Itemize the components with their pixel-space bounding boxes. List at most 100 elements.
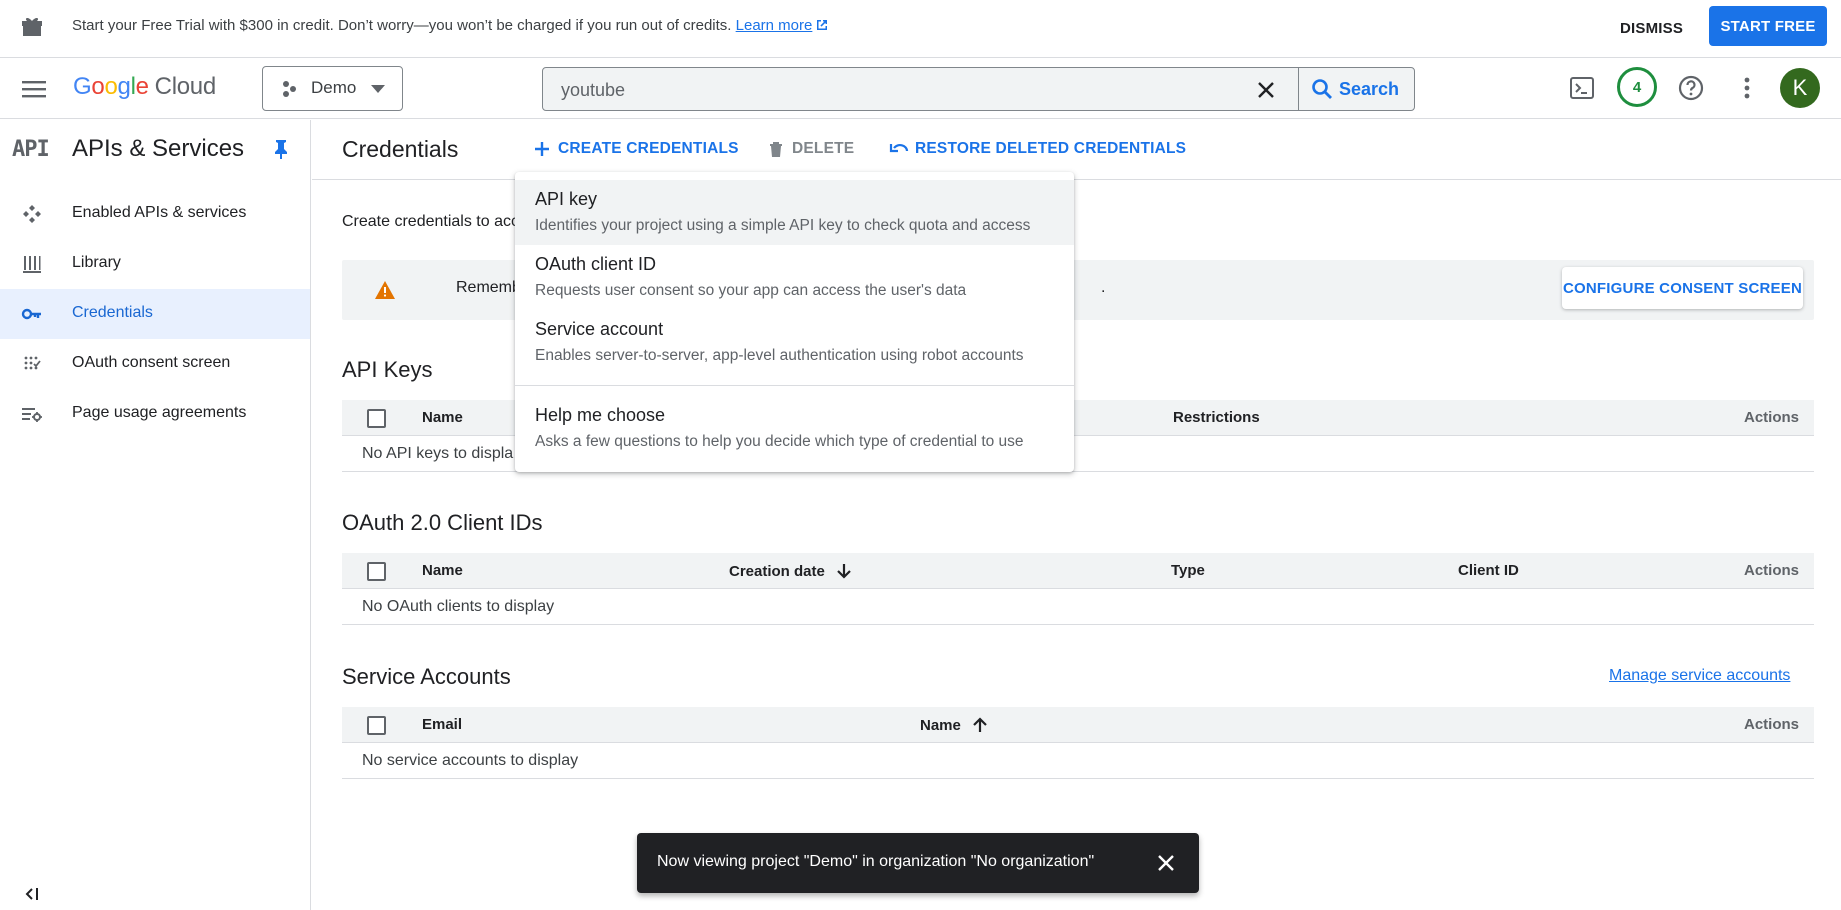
- column-name[interactable]: Name: [422, 562, 463, 579]
- intro-text: Create credentials to acc: [342, 213, 519, 230]
- project-name: Demo: [311, 78, 357, 97]
- trash-icon: [770, 142, 782, 157]
- menu-item-description: Requests user consent so your app can ac…: [535, 282, 967, 299]
- table-header: Name Creation date Type Client ID Action…: [342, 553, 1814, 589]
- top-bar: GoogleCloud Demo Search 4 K: [0, 59, 1841, 119]
- column-email[interactable]: Email: [422, 716, 462, 733]
- column-name-label: Name: [920, 716, 961, 734]
- table-header: Email Name Actions: [342, 707, 1814, 743]
- create-credentials-button[interactable]: CREATE CREDENTIALS: [532, 139, 739, 159]
- start-free-button[interactable]: START FREE: [1709, 6, 1827, 46]
- menu-item-description: Identifies your project using a simple A…: [535, 217, 1031, 234]
- undo-icon: [889, 144, 909, 153]
- external-link-icon: [817, 20, 828, 30]
- page-title: Credentials: [342, 136, 459, 162]
- menu-item-help-me-choose[interactable]: Help me choose Asks a few questions to h…: [515, 396, 1074, 461]
- column-creation-date-label: Creation date: [729, 562, 825, 580]
- empty-message: No OAuth clients to display: [362, 598, 555, 615]
- menu-item-description: Enables server-to-server, app-level auth…: [535, 347, 1024, 364]
- pin-icon[interactable]: [272, 139, 290, 159]
- snackbar-text: Now viewing project "Demo" in organizati…: [657, 853, 1095, 870]
- help-icon[interactable]: [1677, 74, 1705, 102]
- more-vert-icon[interactable]: [1733, 74, 1761, 102]
- restore-credentials-button[interactable]: RESTORE DELETED CREDENTIALS: [889, 139, 1186, 159]
- sidebar-item-enabled-apis[interactable]: Enabled APIs & services: [0, 189, 310, 239]
- menu-divider: [515, 385, 1074, 386]
- avatar[interactable]: K: [1780, 68, 1820, 108]
- notifications-badge[interactable]: 4: [1617, 67, 1657, 107]
- key-icon: [21, 308, 41, 320]
- hub-icon: [23, 205, 41, 223]
- search-input[interactable]: [561, 77, 1261, 103]
- column-actions: Actions: [1744, 562, 1800, 579]
- chevron-down-icon: [371, 85, 385, 93]
- settings-list-icon: [22, 408, 42, 422]
- sidebar-item-label: Library: [72, 254, 121, 271]
- snackbar: Now viewing project "Demo" in organizati…: [637, 833, 1199, 893]
- menu-item-title: OAuth client ID: [535, 254, 657, 274]
- sidebar-item-label: Page usage agreements: [72, 404, 247, 421]
- cloud-shell-icon[interactable]: [1568, 74, 1596, 102]
- trial-banner: Start your Free Trial with $300 in credi…: [0, 0, 1841, 58]
- service-accounts-title: Service Accounts: [342, 664, 511, 689]
- column-type[interactable]: Type: [1171, 562, 1205, 579]
- column-name[interactable]: Name: [920, 716, 989, 734]
- sidebar-item-credentials[interactable]: Credentials: [0, 289, 310, 339]
- menu-item-api-key[interactable]: API key Identifies your project using a …: [515, 180, 1074, 245]
- restore-label: RESTORE DELETED CREDENTIALS: [915, 140, 1187, 157]
- sidebar-item-oauth-consent[interactable]: OAuth consent screen: [0, 339, 310, 389]
- menu-item-oauth-client-id[interactable]: OAuth client ID Requests user consent so…: [515, 245, 1074, 310]
- page-header: Credentials CREATE CREDENTIALS DELETE RE…: [312, 120, 1841, 180]
- empty-message: No service accounts to display: [362, 752, 579, 769]
- close-icon[interactable]: [1156, 853, 1176, 873]
- menu-item-title: Service account: [535, 319, 664, 339]
- arrow-down-icon: [837, 564, 851, 579]
- api-keys-title: API Keys: [342, 357, 433, 382]
- create-credentials-menu: API key Identifies your project using a …: [515, 172, 1074, 472]
- search-bar: Search: [542, 67, 1415, 111]
- select-all-checkbox[interactable]: [367, 716, 386, 735]
- table-row: No OAuth clients to display: [342, 589, 1814, 625]
- configure-consent-screen-button[interactable]: CONFIGURE CONSENT SCREEN: [1562, 267, 1803, 309]
- warning-text-tail: .: [1101, 279, 1106, 296]
- project-dots-icon: [283, 81, 296, 97]
- column-restrictions: Restrictions: [1173, 409, 1260, 426]
- search-divider: [1298, 68, 1299, 110]
- consent-icon: [24, 356, 41, 370]
- menu-item-description: Asks a few questions to help you decide …: [535, 433, 1024, 450]
- column-name[interactable]: Name: [422, 409, 463, 426]
- dismiss-button[interactable]: DISMISS: [1606, 10, 1697, 46]
- gift-icon: [22, 17, 42, 36]
- menu-item-title: API key: [535, 189, 598, 209]
- trial-message: Start your Free Trial with $300 in credi…: [72, 17, 829, 34]
- search-button-label: Search: [1339, 78, 1400, 99]
- search-icon: [1312, 79, 1332, 99]
- oauth-clients-title: OAuth 2.0 Client IDs: [342, 510, 543, 535]
- hamburger-menu-icon[interactable]: [22, 79, 46, 99]
- sidebar-item-page-usage[interactable]: Page usage agreements: [0, 389, 310, 439]
- sidebar-item-label: Enabled APIs & services: [72, 204, 247, 221]
- learn-more-link[interactable]: Learn more: [736, 17, 813, 34]
- select-all-checkbox[interactable]: [367, 409, 386, 428]
- column-client-id[interactable]: Client ID: [1458, 562, 1519, 579]
- table-row: No service accounts to display: [342, 743, 1814, 779]
- column-actions: Actions: [1744, 716, 1800, 733]
- column-actions: Actions: [1744, 409, 1800, 426]
- column-creation-date[interactable]: Creation date: [729, 562, 853, 580]
- delete-label: DELETE: [792, 140, 855, 157]
- menu-item-service-account[interactable]: Service account Enables server-to-server…: [515, 310, 1074, 375]
- google-cloud-logo[interactable]: Google Cloud: [73, 73, 216, 101]
- search-button[interactable]: Search: [1311, 76, 1399, 102]
- arrow-up-icon: [973, 717, 987, 732]
- collapse-sidebar-icon[interactable]: [22, 886, 40, 902]
- delete-button[interactable]: DELETE: [766, 139, 854, 159]
- sidebar: API APIs & Services Enabled APIs & servi…: [0, 120, 311, 910]
- api-badge: API: [12, 137, 50, 162]
- clear-search-icon[interactable]: [1256, 80, 1276, 100]
- plus-icon: [535, 142, 549, 156]
- project-picker[interactable]: Demo: [262, 66, 403, 111]
- manage-service-accounts-link[interactable]: Manage service accounts: [1609, 667, 1790, 685]
- library-icon: [23, 256, 41, 273]
- select-all-checkbox[interactable]: [367, 562, 386, 581]
- sidebar-item-library[interactable]: Library: [0, 239, 310, 289]
